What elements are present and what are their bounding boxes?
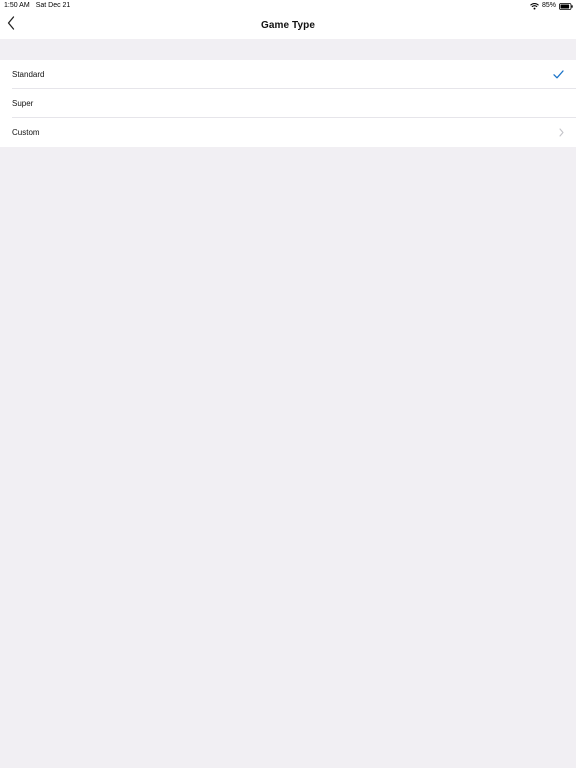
option-super[interactable]: Super (0, 89, 576, 118)
battery-icon (559, 2, 573, 10)
option-standard[interactable]: Standard (0, 60, 576, 89)
status-right: 85% (530, 0, 573, 12)
status-bar: 1:50 AM Sat Dec 21 85% (0, 0, 576, 12)
option-custom[interactable]: Custom (0, 118, 576, 147)
page-title: Game Type (260, 20, 316, 31)
battery-percent: 85% (541, 2, 556, 9)
option-label: Custom (12, 128, 40, 137)
checkmark-icon (553, 60, 564, 89)
status-time: 1:50 AM (4, 2, 30, 9)
status-left: 1:50 AM Sat Dec 21 (4, 0, 70, 12)
status-date: Sat Dec 21 (35, 2, 71, 9)
nav-bar: Game Type (0, 12, 576, 39)
option-label: Super (12, 99, 34, 108)
wifi-icon (530, 2, 539, 10)
chevron-right-icon (559, 118, 564, 147)
game-type-list: Standard Super Custom (0, 60, 576, 147)
option-label: Standard (12, 70, 45, 79)
